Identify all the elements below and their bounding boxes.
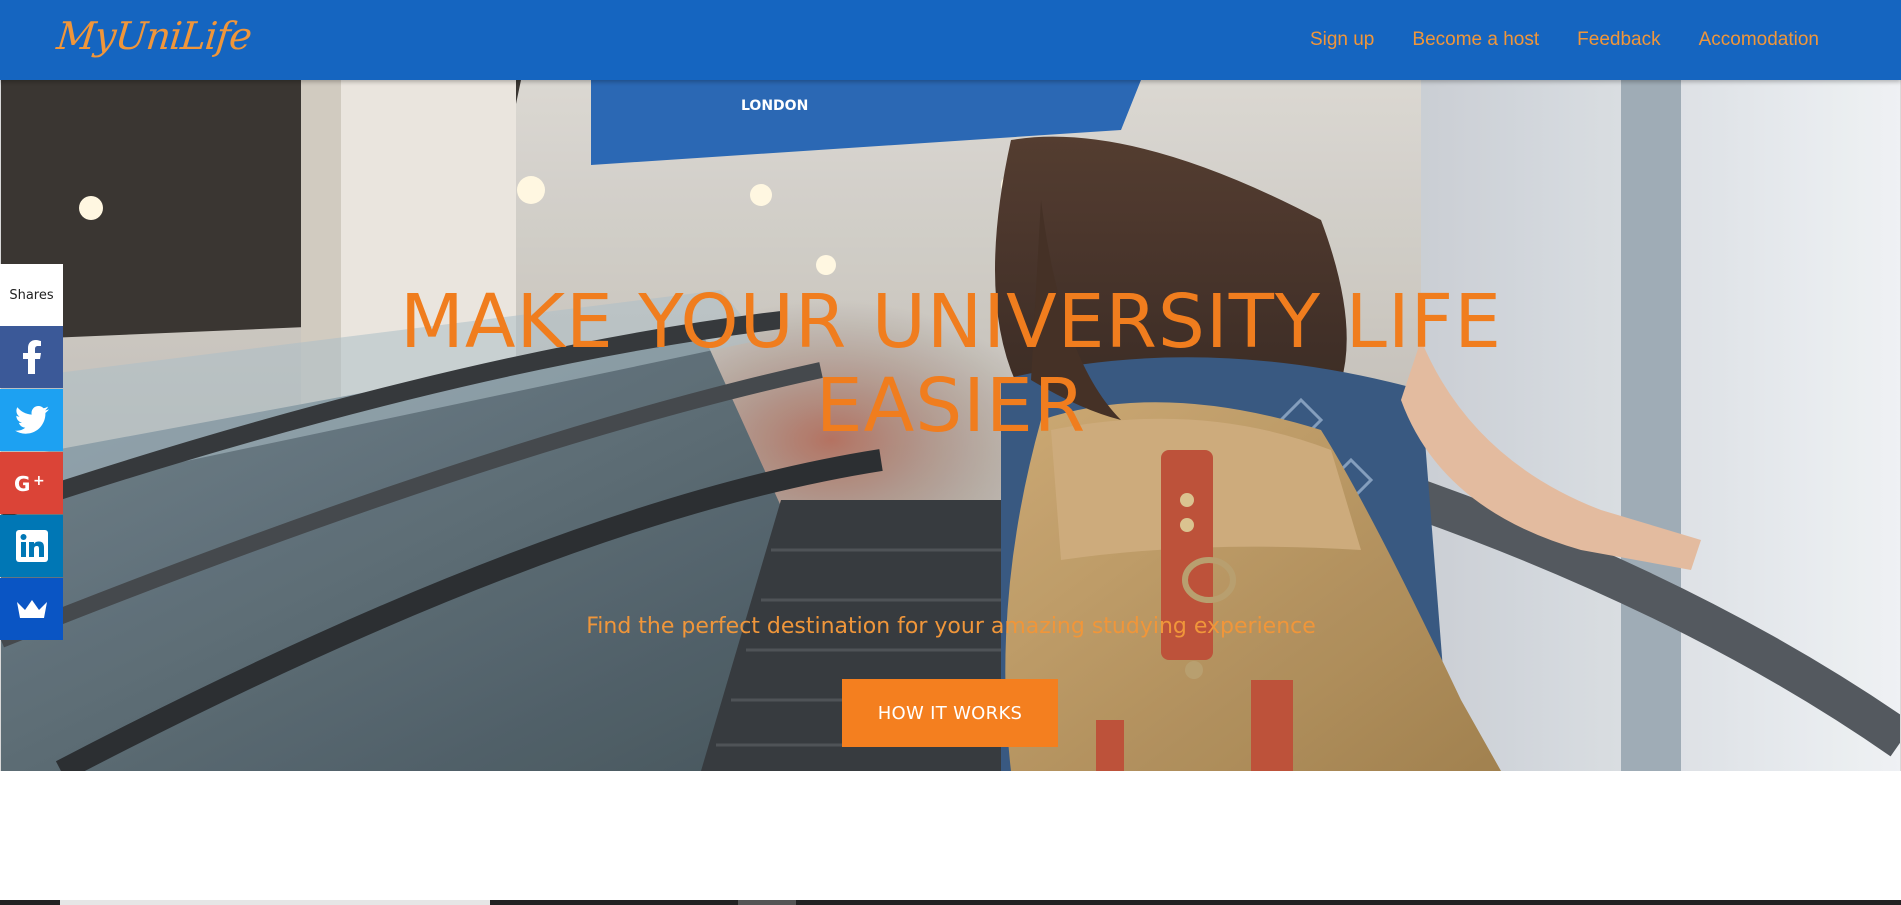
shares-label: Shares [0, 264, 63, 326]
nav-menu: Sign up Become a host Feedback Accomodat… [1272, 0, 1819, 80]
nav-accommodation-link[interactable]: Accomodation [1699, 29, 1819, 51]
share-facebook-button[interactable] [0, 326, 63, 388]
twitter-icon [14, 406, 49, 434]
top-navbar: MyUniLife Sign up Become a host Feedback… [0, 0, 1901, 80]
hero-heading: MAKE YOUR UNIVERSITY LIFE EASIER [351, 280, 1551, 448]
hero-heading-line-2: EASIER [815, 363, 1087, 449]
share-twitter-button[interactable] [0, 389, 63, 451]
bottom-scroll-strip [0, 900, 1901, 905]
sumome-crown-icon [16, 600, 47, 618]
share-linkedin-button[interactable] [0, 515, 63, 577]
facebook-icon [22, 340, 41, 374]
svg-text:+: + [33, 473, 45, 489]
brand-logo[interactable]: MyUniLife [55, 14, 254, 58]
bottom-strip-segment [738, 900, 796, 905]
nav-sign-up-link[interactable]: Sign up [1310, 29, 1374, 51]
google-plus-icon: G + [14, 472, 45, 495]
hero-subtitle: Find the perfect destination for your am… [586, 614, 1316, 639]
hero-heading-line-1: MAKE YOUR UNIVERSITY LIFE [399, 279, 1502, 365]
nav-become-host-link[interactable]: Become a host [1412, 29, 1539, 51]
share-google-plus-button[interactable]: G + [0, 452, 63, 514]
how-it-works-button[interactable]: HOW IT WORKS [842, 679, 1058, 747]
bottom-strip-segment [60, 900, 490, 905]
share-sumome-button[interactable] [0, 578, 63, 640]
hero-section: LONDON MAKE YOUR UNIVERSITY LIFE EASIER … [0, 80, 1901, 771]
linkedin-icon [15, 530, 48, 562]
social-share-bar: Shares G + [0, 264, 63, 641]
svg-text:G: G [14, 472, 30, 495]
nav-feedback-link[interactable]: Feedback [1577, 29, 1660, 51]
